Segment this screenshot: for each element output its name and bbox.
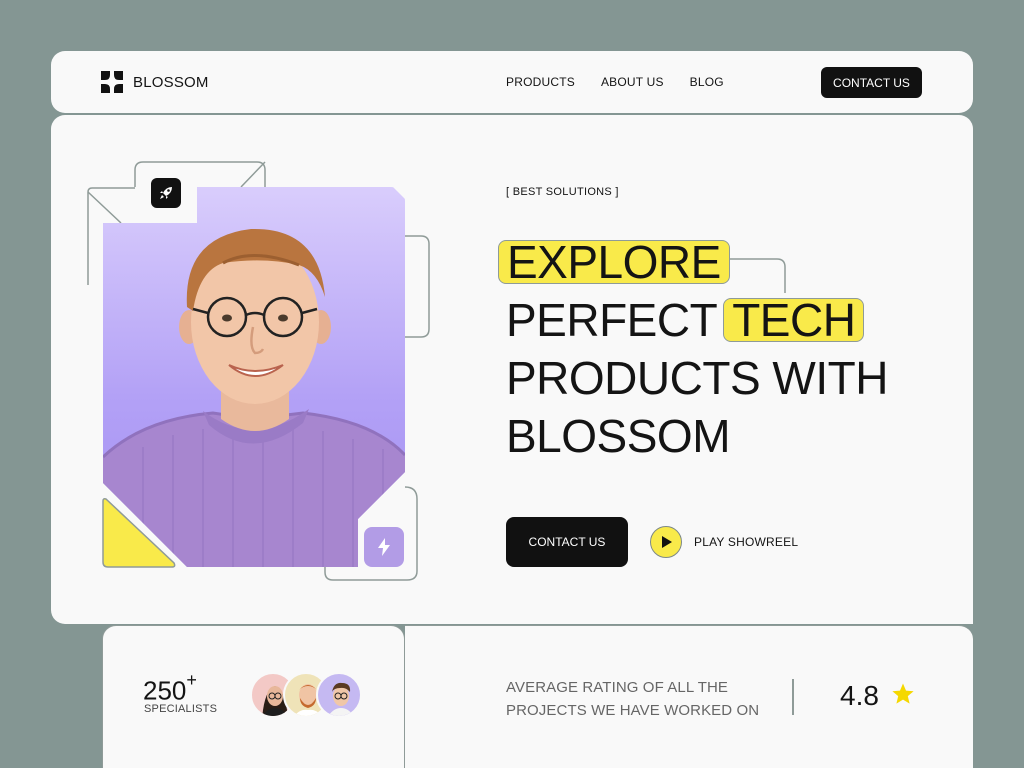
main-nav: PRODUCTS ABOUT US BLOG — [506, 75, 724, 89]
nav-item-about-us[interactable]: ABOUT US — [601, 75, 664, 89]
lightning-bolt-icon — [378, 538, 390, 556]
rocket-icon — [160, 187, 172, 199]
nav-item-blog[interactable]: BLOG — [690, 75, 724, 89]
brand-name: BLOSSOM — [133, 73, 209, 91]
star-icon — [892, 683, 914, 704]
header-contact-button[interactable]: CONTACT US — [821, 67, 922, 98]
hero-contact-button[interactable]: CONTACT US — [506, 517, 628, 567]
specialists-label: SPECIALISTS — [144, 703, 218, 715]
rating-divider — [792, 679, 794, 715]
nav-item-products[interactable]: PRODUCTS — [506, 75, 575, 89]
specialists-count: 250+ — [143, 670, 197, 706]
hero-eyebrow: [ BEST SOLUTIONS ] — [506, 186, 619, 198]
showreel-label: PLAY SHOWREEL — [694, 535, 799, 549]
headline-line4: BLOSSOM — [506, 410, 731, 462]
site-header: BLOSSOM PRODUCTS ABOUT US BLOG CONTACT U… — [51, 51, 973, 113]
specialists-suffix: + — [186, 670, 197, 690]
blossom-logo-icon — [101, 71, 123, 93]
headline-highlight-tech: TECH — [723, 297, 865, 343]
specialists-card: 250+ SPECIALISTS — [102, 625, 405, 768]
headline-highlight-explore: EXPLORE — [498, 239, 730, 285]
headline-line3: PRODUCTS WITH — [506, 352, 888, 404]
rating-description: AVERAGE RATING OF ALL THE PROJECTS WE HA… — [506, 679, 760, 719]
brand-logo[interactable]: BLOSSOM — [101, 71, 209, 93]
yellow-corner-shape — [102, 498, 176, 568]
hero-headline: EXPLORE PERFECT TECH PRODUCTS WITH BLOSSO… — [498, 233, 888, 465]
rating-card: AVERAGE RATING OF ALL THE PROJECTS WE HA… — [405, 625, 973, 768]
hero-section: [ BEST SOLUTIONS ] EXPLORE PERFECT TECH P… — [51, 115, 973, 624]
rating-value: 4.8 — [840, 680, 879, 711]
play-icon[interactable] — [650, 526, 682, 558]
rocket-badge — [151, 178, 181, 208]
avatar-group — [250, 672, 370, 720]
avatar — [316, 672, 362, 718]
play-showreel-button[interactable]: PLAY SHOWREEL — [650, 526, 798, 558]
headline-line2-prefix: PERFECT — [506, 294, 718, 346]
bolt-badge — [364, 527, 404, 567]
